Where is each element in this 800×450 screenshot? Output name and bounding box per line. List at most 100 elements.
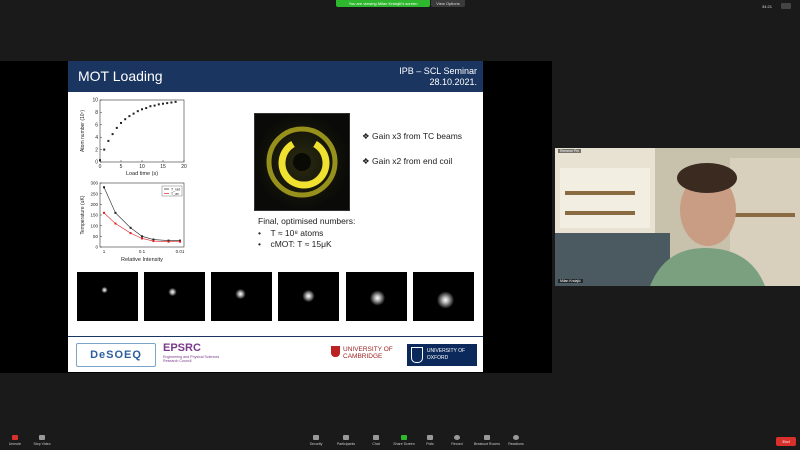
atom-number-plot: 0 5 10 15 200246810Load time (s)Atom number …	[80, 98, 187, 177]
fullscreen-icon[interactable]	[781, 3, 791, 9]
participant-video[interactable]	[555, 148, 800, 286]
final-numbers: Final, optimised numbers: • T ≈ 10⁸ atom…	[258, 216, 355, 251]
share-screen-button[interactable]: Share Screen	[390, 435, 418, 446]
atom-cloud-spot	[369, 290, 386, 306]
meeting-timer: 34:21	[762, 4, 773, 9]
end-meeting-button[interactable]: End	[776, 437, 796, 446]
atom-cloud-spot	[235, 288, 246, 300]
y-tick-label: 10	[92, 98, 98, 104]
shield-icon	[313, 435, 319, 440]
data-point	[153, 104, 156, 107]
data-point	[114, 222, 117, 225]
atom-number-chart: 0 5 10 15 20 0 2 4 6 8 10 Load time (s) Atom number …	[78, 94, 190, 184]
temperature-plot: 0 50 100 150 200 250 300 1 0.1 0.01 Relative Inten…	[80, 181, 185, 263]
participant-name: Milan Krstajić	[558, 279, 583, 283]
seminar-date: 28.10.2021.	[429, 77, 477, 87]
participants-button[interactable]: Participants	[332, 435, 360, 446]
x-tick-label: 0.1	[139, 249, 146, 254]
x-axis-label: Load time (s)	[126, 171, 158, 177]
list-item: • cMOT: T ≈ 15μK	[258, 239, 332, 249]
cloud-thumbnail	[346, 272, 407, 321]
data-point	[174, 100, 177, 103]
camera-icon	[39, 435, 45, 440]
cloud-thumbnail	[211, 272, 272, 321]
reactions-button[interactable]: Reactions	[502, 435, 530, 446]
cambridge-logo: UNIVERSITY OF CAMBRIDGE	[343, 346, 393, 360]
list-item: ❖ Gain x2 from end coil	[362, 156, 453, 166]
people-icon	[343, 435, 349, 440]
polls-button[interactable]: Polls	[416, 435, 444, 446]
data-point	[115, 126, 118, 129]
unmute-button[interactable]: Unmute	[1, 435, 29, 446]
data-point	[141, 237, 143, 240]
chat-button[interactable]: Chat	[362, 435, 390, 446]
record-button[interactable]: Record	[443, 435, 471, 446]
x-tick-label: 1	[103, 249, 106, 254]
x-tick-label: 0.01	[176, 249, 185, 254]
x-tick-label: 10	[139, 164, 145, 170]
atom-cloud-spot	[101, 286, 108, 294]
y-tick-label: 6	[95, 123, 98, 129]
atom-cloud-spot	[302, 289, 315, 303]
y-axis-label: Atom number (10⁷)	[80, 110, 86, 152]
oxford-logo: UNIVERSITY OF OXFORD	[407, 344, 477, 366]
breakout-rooms-button[interactable]: Breakout Rooms	[473, 435, 501, 446]
security-button[interactable]: Security	[302, 435, 330, 446]
data-point	[145, 107, 148, 110]
data-point	[128, 115, 131, 118]
y-tick-label: 200	[90, 202, 98, 207]
polls-icon	[427, 435, 433, 440]
data-point	[114, 211, 117, 214]
data-point	[170, 101, 173, 104]
cloud-thumbnail	[77, 272, 138, 321]
data-point	[149, 105, 152, 108]
data-point	[152, 240, 155, 243]
y-tick-label: 300	[90, 181, 98, 186]
breakout-rooms-icon	[484, 435, 490, 440]
y-tick-label: 150	[90, 213, 98, 218]
data-point	[107, 139, 110, 142]
mot-glow-image	[255, 114, 349, 210]
view-options-button[interactable]: View Options	[431, 0, 465, 7]
data-point	[166, 102, 169, 105]
y-tick-label: 2	[95, 147, 98, 153]
series-line	[103, 212, 180, 242]
data-point	[99, 159, 101, 162]
x-tick-label: 20	[181, 164, 187, 170]
cloud-thumbnail	[278, 272, 339, 321]
data-point	[136, 110, 139, 113]
stop-video-button[interactable]: Stop Video	[28, 435, 56, 446]
data-point	[179, 240, 181, 243]
cambridge-shield-icon	[331, 346, 340, 357]
legend-label: T_ax	[171, 192, 179, 196]
list-item: ❖ Gain x3 from TC beams	[362, 131, 463, 141]
data-point	[103, 148, 106, 151]
y-tick-label: 100	[90, 223, 98, 228]
y-tick-label: 250	[90, 191, 98, 196]
record-icon	[454, 435, 460, 440]
data-point	[129, 226, 132, 229]
microphone-muted-icon	[12, 435, 18, 440]
x-tick-label: 5	[120, 164, 123, 170]
temperature-chart: 0 50 100 150 200 250 300 1 0.1 0.01 Relative Inten…	[78, 179, 190, 271]
final-heading: Final, optimised numbers:	[258, 216, 356, 226]
x-tick-label: 0	[99, 164, 102, 170]
atom-cloud-spot	[168, 287, 177, 297]
y-tick-label: 0	[95, 160, 98, 166]
mot-image	[254, 113, 350, 211]
data-point	[141, 235, 143, 238]
data-point	[162, 102, 164, 105]
data-point	[124, 118, 127, 121]
desoeq-logo: DeSOEQ	[76, 343, 156, 367]
y-axis-label: Temperature (uK)	[80, 195, 86, 234]
x-axis-label: Relative Intensity	[121, 257, 163, 263]
atom-cloud-spot	[436, 291, 455, 309]
video-frame	[555, 148, 800, 286]
chat-icon	[373, 435, 379, 440]
data-point	[120, 121, 122, 124]
legend-label: T_rad	[171, 188, 180, 192]
remove-pin-button[interactable]: Remove Pin	[558, 149, 582, 153]
list-item: • T ≈ 10⁸ atoms	[258, 227, 324, 238]
y-tick-label: 4	[95, 135, 98, 141]
data-point	[111, 133, 114, 136]
